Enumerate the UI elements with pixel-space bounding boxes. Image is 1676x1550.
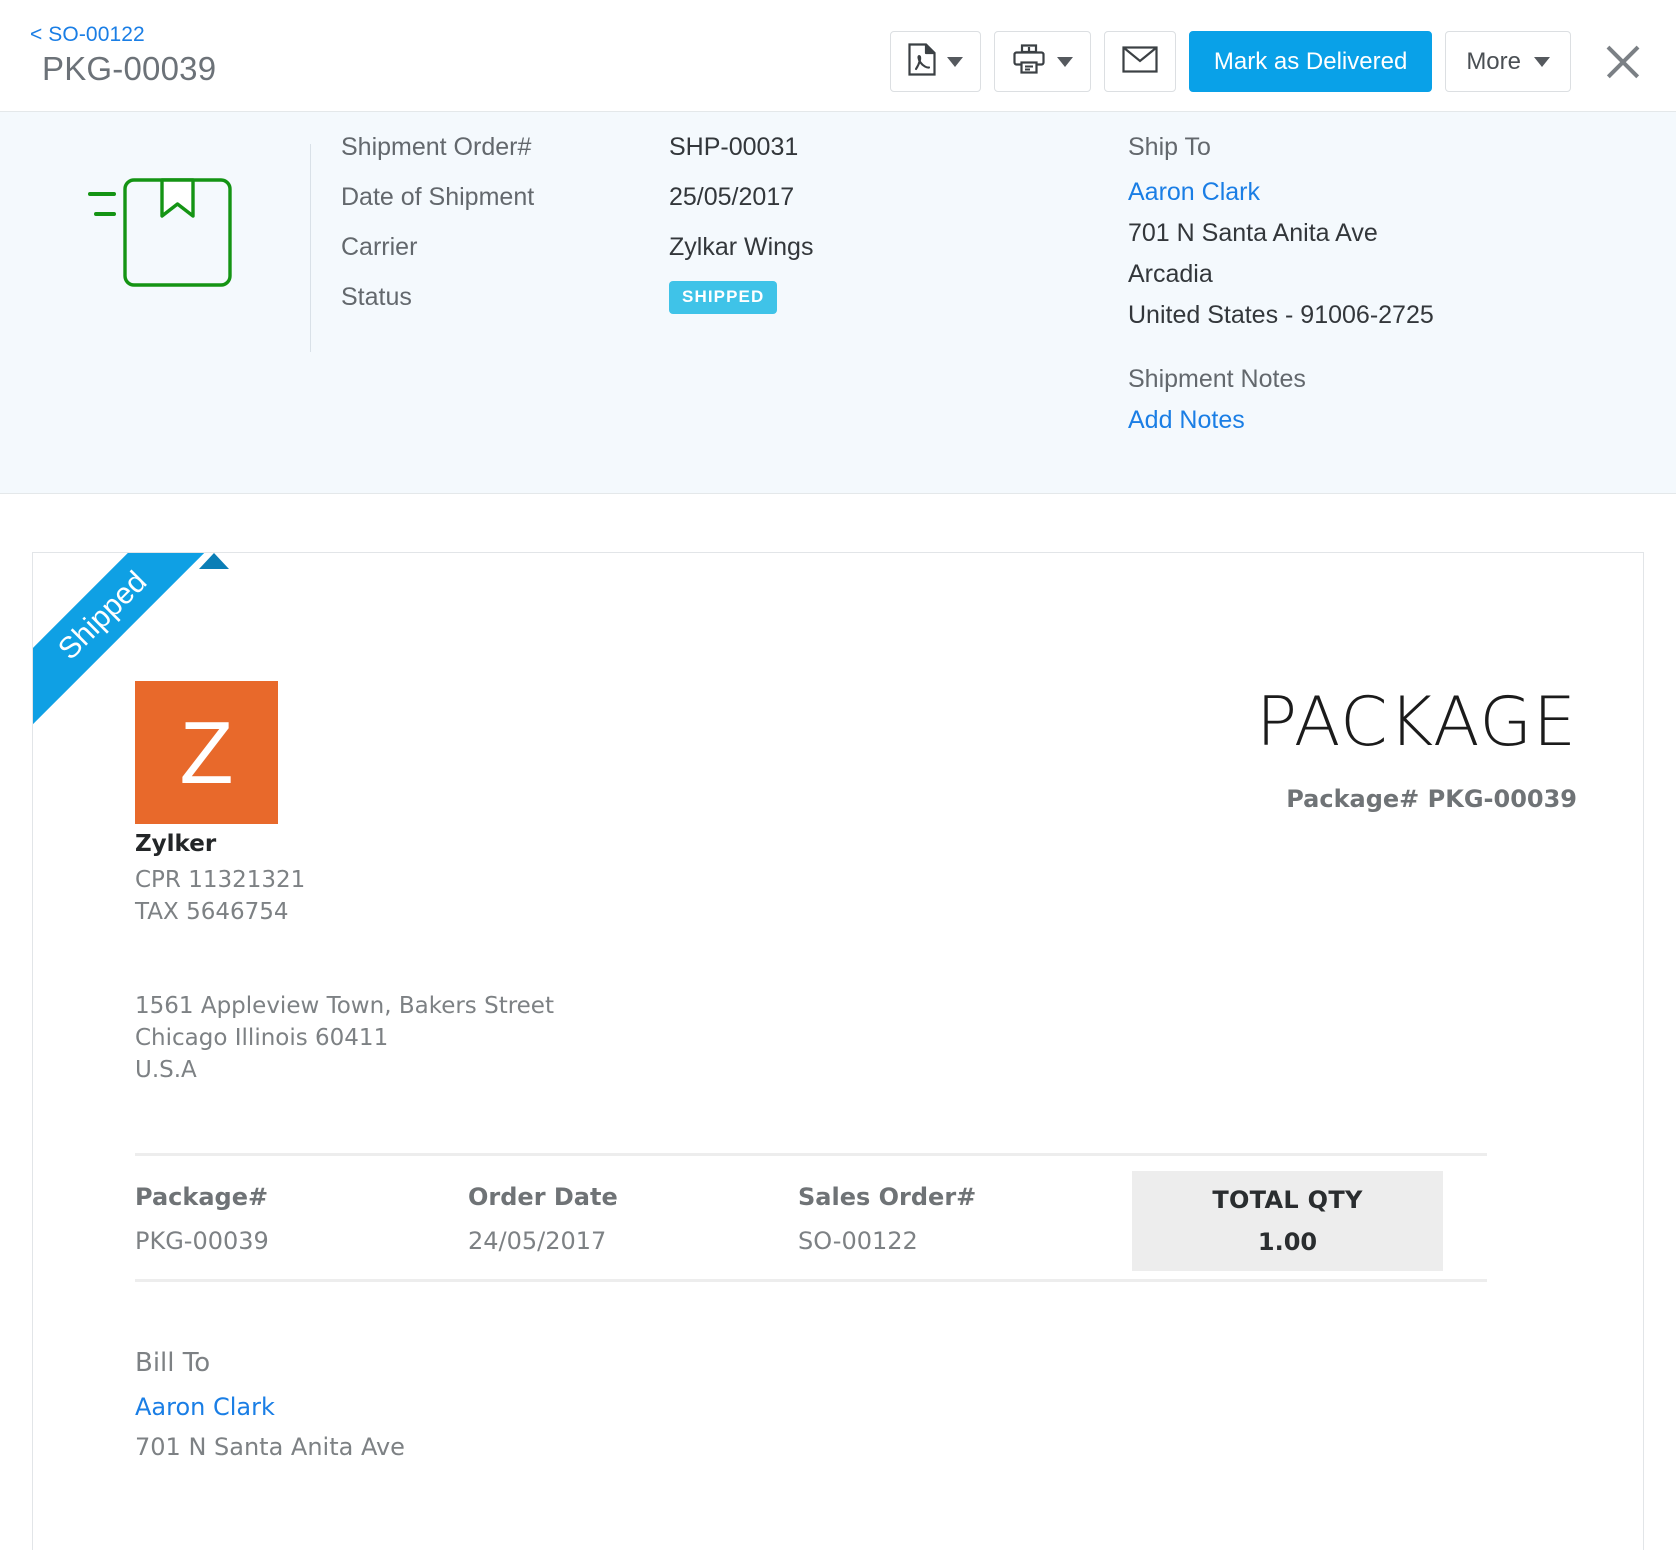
add-notes-link[interactable]: Add Notes [1128,400,1434,441]
bill-to-label: Bill To [135,1348,210,1378]
ship-to-customer-link[interactable]: Aaron Clark [1128,172,1434,213]
document-type-heading: PACKAGE [1256,683,1577,762]
field-row-date-of-shipment: Date of Shipment 25/05/2017 [341,172,813,222]
company-cpr: CPR 11321321 [135,864,305,896]
pdf-export-button[interactable] [890,31,981,92]
vertical-divider [310,144,311,352]
company-address-line-2: Chicago Illinois 60411 [135,1022,554,1054]
shipment-fields: Shipment Order# SHP-00031 Date of Shipme… [341,122,813,322]
mark-as-delivered-button[interactable]: Mark as Delivered [1189,31,1432,92]
bill-to-customer-link[interactable]: Aaron Clark [135,1393,275,1421]
ship-to-label: Ship To [1128,122,1434,172]
field-value: 25/05/2017 [669,183,794,212]
header-toolbar: Mark as Delivered More [890,31,1648,92]
field-row-carrier: Carrier Zylkar Wings [341,222,813,272]
field-row-shipment-order: Shipment Order# SHP-00031 [341,122,813,172]
table-value-order-date: 24/05/2017 [468,1227,606,1255]
table-value-package-number: PKG-00039 [135,1227,269,1255]
close-icon[interactable] [1598,37,1648,87]
company-registration: CPR 11321321 TAX 5646754 [135,864,305,928]
more-button[interactable]: More [1445,31,1571,92]
table-divider-top [135,1153,1487,1156]
company-tax: TAX 5646754 [135,896,305,928]
chevron-down-icon [947,57,963,67]
company-logo: Z [135,681,278,824]
envelope-icon [1122,46,1158,78]
package-summary-table: Package# Order Date Sales Order# PKG-000… [135,1171,1487,1271]
field-value: SHP-00031 [669,133,798,162]
company-name: Zylker [135,831,216,857]
field-label: Shipment Order# [341,133,669,162]
ship-to-address-line-1: 701 N Santa Anita Ave [1128,213,1434,254]
table-value-sales-order-number: SO-00122 [798,1227,918,1255]
company-address-line-3: U.S.A [135,1054,554,1086]
field-row-status: Status SHIPPED [341,272,813,322]
shipment-info-panel: Shipment Order# SHP-00031 Date of Shipme… [0,112,1676,494]
page-title: PKG-00039 [42,48,216,90]
chevron-down-icon [1534,57,1550,67]
field-label: Status [341,283,669,312]
document-preview-area: Shipped Z Zylker CPR 11321321 TAX 564675… [0,494,1676,1550]
breadcrumb-link-sales-order[interactable]: < SO-00122 [30,22,216,48]
total-qty-value: 1.00 [1258,1228,1317,1256]
package-box-icon [80,162,240,302]
ship-to-address-line-3: United States - 91006-2725 [1128,295,1434,336]
pdf-file-icon [908,43,936,81]
table-divider-bottom [135,1279,1487,1282]
table-header-sales-order-number: Sales Order# [798,1183,976,1211]
title-block: < SO-00122 PKG-00039 [30,22,216,90]
ship-to-block: Ship To Aaron Clark 701 N Santa Anita Av… [1128,122,1434,441]
email-button[interactable] [1104,31,1176,92]
shipment-notes-label: Shipment Notes [1128,358,1434,400]
total-qty-box: TOTAL QTY 1.00 [1132,1171,1443,1271]
table-header-order-date: Order Date [468,1183,618,1211]
package-document-card: Shipped Z Zylker CPR 11321321 TAX 564675… [32,552,1644,1550]
field-label: Date of Shipment [341,183,669,212]
ship-to-address-line-2: Arcadia [1128,254,1434,295]
field-label: Carrier [341,233,669,262]
field-value: Zylkar Wings [669,233,813,262]
chevron-down-icon [1057,57,1073,67]
company-address: 1561 Appleview Town, Bakers Street Chica… [135,990,554,1086]
document-number: Package# PKG-00039 [1286,785,1577,813]
bill-to-address-line-1: 701 N Santa Anita Ave [135,1433,405,1461]
ribbon-fold-icon [199,553,229,569]
company-address-line-1: 1561 Appleview Town, Bakers Street [135,990,554,1022]
more-button-label: More [1466,48,1521,76]
printer-icon [1012,43,1046,80]
status-badge: SHIPPED [669,281,777,314]
table-header-package-number: Package# [135,1183,268,1211]
total-qty-label: TOTAL QTY [1212,1186,1362,1214]
top-bar: < SO-00122 PKG-00039 [0,0,1676,112]
print-button[interactable] [994,31,1091,92]
